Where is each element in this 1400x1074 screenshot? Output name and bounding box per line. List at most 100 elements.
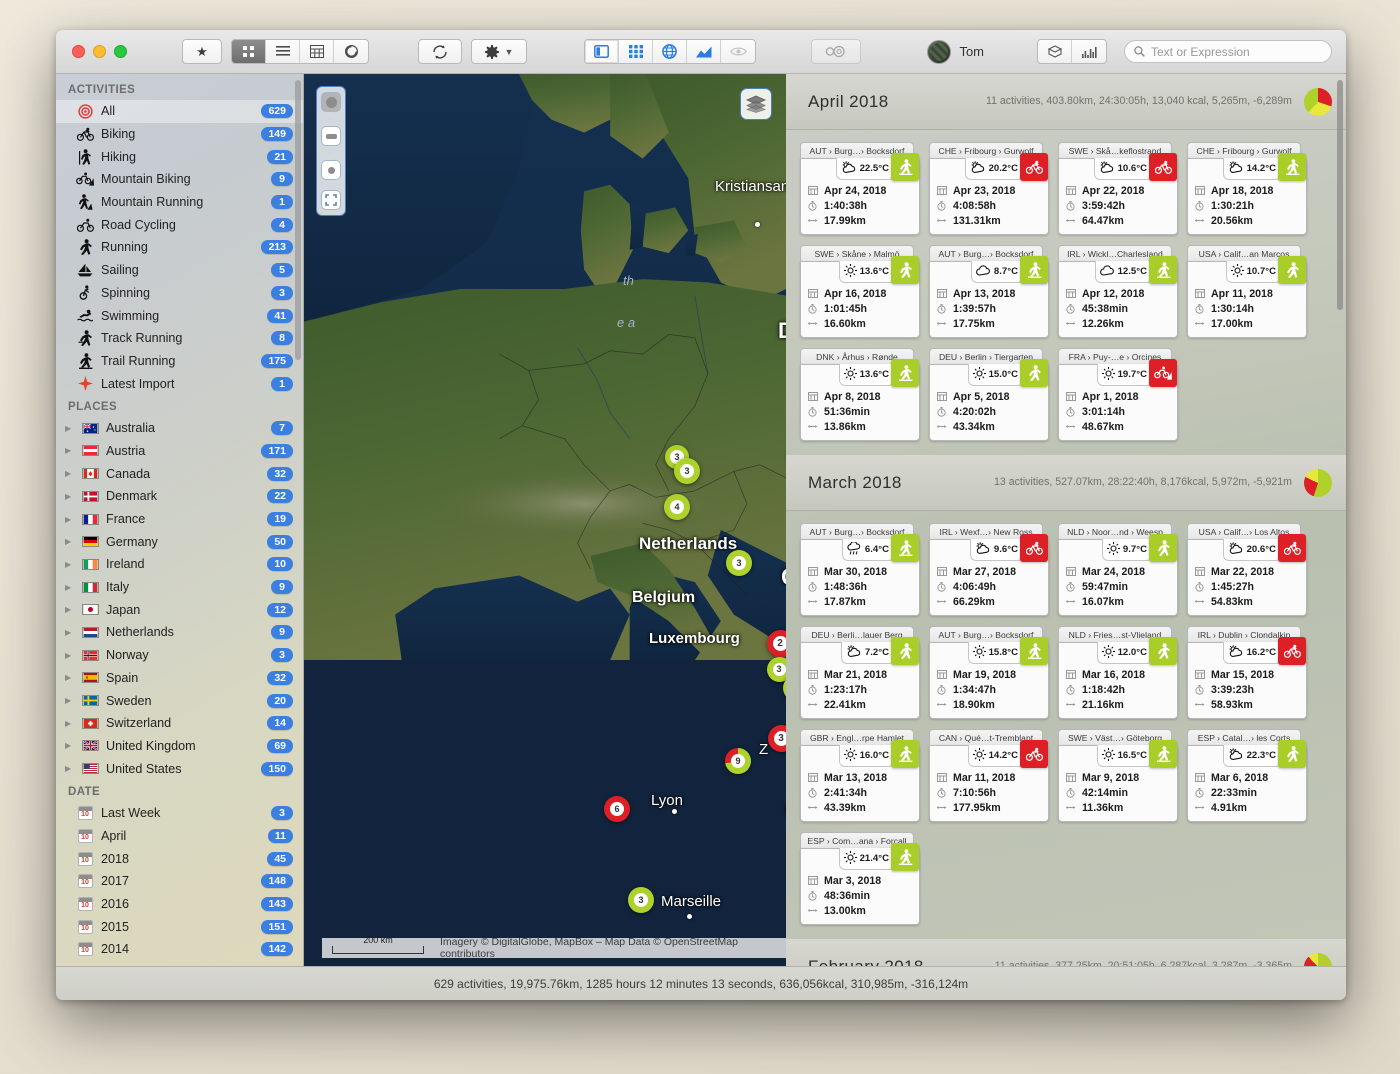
sidebar-item-italy[interactable]: ▶ Italy 9 xyxy=(56,576,303,599)
activity-card[interactable]: USA › Calif…› Los Altos 20.6°C Mar 22, 201… xyxy=(1187,523,1307,616)
activity-card[interactable]: ESP › Com…ana › Forcall 21.4°C Mar 3, 2018… xyxy=(800,832,920,925)
activity-card[interactable]: CAN › Qué…t-Tremblant 14.2°C Mar 11, 2018 7… xyxy=(929,729,1049,822)
toggle-cards-panel[interactable] xyxy=(619,40,653,63)
sidebar-item-2018[interactable]: 10 2018 45 xyxy=(56,847,303,870)
map-zoom-track-2[interactable] xyxy=(328,152,334,154)
sidebar-item-austria[interactable]: ▶ Austria 171 xyxy=(56,440,303,463)
map-layers-button[interactable] xyxy=(740,88,772,120)
map-activity-pin[interactable]: 9 xyxy=(725,748,751,774)
map-center-button[interactable] xyxy=(321,160,341,180)
map-activity-pin[interactable]: 3 xyxy=(628,887,654,913)
sidebar-item-latest-import[interactable]: Latest Import 1 xyxy=(56,372,303,395)
map-activity-pin[interactable]: 4 xyxy=(664,494,690,520)
sidebar-item-swimming[interactable]: Swimming 41 xyxy=(56,304,303,327)
activity-card[interactable]: AUT › Burg…› Bocksdorf 8.7°C Apr 13, 2018 1… xyxy=(929,245,1049,338)
chevron-right-icon[interactable]: ▶ xyxy=(65,469,74,478)
map-activity-pin[interactable]: 3 xyxy=(767,724,786,752)
sync-button[interactable] xyxy=(418,39,462,64)
close-window-button[interactable] xyxy=(72,45,85,58)
chevron-right-icon[interactable]: ▶ xyxy=(65,696,74,705)
chevron-right-icon[interactable]: ▶ xyxy=(65,560,74,569)
sidebar-item-mountain-running[interactable]: Mountain Running 1 xyxy=(56,191,303,214)
activity-card[interactable]: NLD › Noor…nd › Weesp 9.7°C Mar 24, 2018 59… xyxy=(1058,523,1178,616)
activity-card[interactable]: SWE › Skåne › Malmö 13.6°C Apr 16, 2018 1:0… xyxy=(800,245,920,338)
sidebar-item-hiking[interactable]: Hiking 21 xyxy=(56,145,303,168)
sidebar-scrollbar[interactable] xyxy=(295,80,301,360)
activity-card[interactable]: CHE › Fribourg › Gurwolf 20.2°C Apr 23, 20… xyxy=(929,142,1049,235)
user-chip[interactable]: Tom xyxy=(927,39,984,64)
chevron-right-icon[interactable]: ▶ xyxy=(65,424,74,433)
sidebar-item-norway[interactable]: ▶ Norway 3 xyxy=(56,644,303,667)
sidebar-item-france[interactable]: ▶ France 19 xyxy=(56,508,303,531)
sidebar-item-canada[interactable]: ▶ Canada 32 xyxy=(56,462,303,485)
zoom-window-button[interactable] xyxy=(114,45,127,58)
toggle-graph-panel[interactable] xyxy=(687,40,721,63)
sidebar-item-biking[interactable]: Biking 149 xyxy=(56,123,303,146)
view-mode-table[interactable] xyxy=(300,40,334,63)
sidebar-item-mountain-biking[interactable]: Mountain Biking 9 xyxy=(56,168,303,191)
sidebar-item-netherlands[interactable]: ▶ Netherlands 9 xyxy=(56,621,303,644)
toggle-preview-panel[interactable] xyxy=(721,40,755,63)
box-icon[interactable] xyxy=(1038,40,1072,63)
map-activity-pin[interactable]: 6 xyxy=(604,796,630,822)
statistics-bars-icon[interactable] xyxy=(1072,40,1106,63)
map-pan-knob[interactable] xyxy=(321,92,341,112)
map-controls[interactable] xyxy=(316,86,346,216)
sidebar-item-denmark[interactable]: ▶ Denmark 22 xyxy=(56,485,303,508)
activity-card[interactable]: NLD › Fries…st-Vlieland 12.0°C Mar 16, 201… xyxy=(1058,626,1178,719)
toggle-globe-panel[interactable] xyxy=(653,40,687,63)
chevron-right-icon[interactable]: ▶ xyxy=(65,446,74,455)
map-zoom-slider[interactable] xyxy=(321,126,341,146)
search-input[interactable]: Text or Expression xyxy=(1124,40,1332,63)
sidebar-item-ireland[interactable]: ▶ Ireland 10 xyxy=(56,553,303,576)
sidebar-item-united-kingdom[interactable]: ▶ United Kingdom 69 xyxy=(56,735,303,758)
chevron-right-icon[interactable]: ▶ xyxy=(65,605,74,614)
sidebar-item-2016[interactable]: 10 2016 143 xyxy=(56,893,303,916)
activity-card[interactable]: GBR › Engl…rpe Hamlet 16.0°C Mar 13, 2018 2… xyxy=(800,729,920,822)
activity-card[interactable]: IRL › Wexf…› New Ross 9.6°C Mar 27, 2018 4:… xyxy=(929,523,1049,616)
sidebar-item-spinning[interactable]: Spinning 3 xyxy=(56,282,303,305)
sidebar-item-sweden[interactable]: ▶ Sweden 20 xyxy=(56,689,303,712)
activity-card[interactable]: IRL › Dublin › Clondalkin 16.2°C Mar 15, 2… xyxy=(1187,626,1307,719)
map-activity-pin[interactable]: 2 xyxy=(766,629,786,657)
activities-scrollbar[interactable] xyxy=(1337,80,1343,310)
sidebar-item-trail-running[interactable]: Trail Running 175 xyxy=(56,350,303,373)
chevron-right-icon[interactable]: ▶ xyxy=(65,764,74,773)
activity-card[interactable]: USA › Calif…an Marcos 10.7°C Apr 11, 2018 1… xyxy=(1187,245,1307,338)
chevron-right-icon[interactable]: ▶ xyxy=(65,583,74,592)
activity-card[interactable]: AUT › Burg…› Bocksdorf 22.5°C Apr 24, 2018… xyxy=(800,142,920,235)
activities-panel[interactable]: April 2018 11 activities, 403.80km, 24:30… xyxy=(786,74,1346,966)
map-fullscreen-button[interactable] xyxy=(321,190,341,210)
activity-card[interactable]: FRA › Puy-…e › Orcines 19.7°C Apr 1, 2018 3… xyxy=(1058,348,1178,441)
sidebar-item-2015[interactable]: 10 2015 151 xyxy=(56,915,303,938)
sidebar-item-united-states[interactable]: ▶ United States 150 xyxy=(56,757,303,780)
sidebar-item-april[interactable]: 10 April 11 xyxy=(56,825,303,848)
sidebar-item-last-week[interactable]: 10 Last Week 3 xyxy=(56,802,303,825)
map-activity-pin[interactable]: 3 xyxy=(726,550,752,576)
activity-card[interactable]: DEU › Berli…lauer Berg 7.2°C Mar 21, 2018 1… xyxy=(800,626,920,719)
view-mode-list[interactable] xyxy=(266,40,300,63)
activity-card[interactable]: AUT › Burg…› Bocksdorf 6.4°C Mar 30, 2018 1… xyxy=(800,523,920,616)
map-activity-pin[interactable]: 3 xyxy=(674,458,700,484)
toggle-sidebar-panel[interactable] xyxy=(585,40,619,63)
chevron-right-icon[interactable]: ▶ xyxy=(65,537,74,546)
chevron-right-icon[interactable]: ▶ xyxy=(65,492,74,501)
sidebar-item-road-cycling[interactable]: Road Cycling 4 xyxy=(56,213,303,236)
activity-card[interactable]: SWE › Väst…› Göteborg 16.5°C Mar 9, 2018 42… xyxy=(1058,729,1178,822)
map-view[interactable]: DenmarkGermanyNetherlandsBelgiumLuxembou… xyxy=(304,74,786,966)
sidebar-item-track-running[interactable]: Track Running 8 xyxy=(56,327,303,350)
sidebar-item-switzerland[interactable]: ▶ Switzerland 14 xyxy=(56,712,303,735)
activity-card[interactable]: SWE › Skå…keflostrand 10.6°C Apr 22, 2018 3… xyxy=(1058,142,1178,235)
chevron-right-icon[interactable]: ▶ xyxy=(65,741,74,750)
chevron-right-icon[interactable]: ▶ xyxy=(65,651,74,660)
view-mode-grid[interactable] xyxy=(232,40,266,63)
minimize-window-button[interactable] xyxy=(93,45,106,58)
map-activity-pin[interactable]: 3 xyxy=(766,656,786,682)
map-zoom-track[interactable] xyxy=(328,118,334,120)
sidebar-item-running[interactable]: Running 213 xyxy=(56,236,303,259)
favorite-button[interactable]: ★ xyxy=(182,39,222,64)
sidebar-item-australia[interactable]: ▶ Australia 7 xyxy=(56,417,303,440)
activity-card[interactable]: CHE › Fribourg › Gurwolf 14.2°C Apr 18, 20… xyxy=(1187,142,1307,235)
activity-card[interactable]: DNK › Århus › Rønde 13.6°C Apr 8, 2018 51:3… xyxy=(800,348,920,441)
sidebar-item-2017[interactable]: 10 2017 148 xyxy=(56,870,303,893)
